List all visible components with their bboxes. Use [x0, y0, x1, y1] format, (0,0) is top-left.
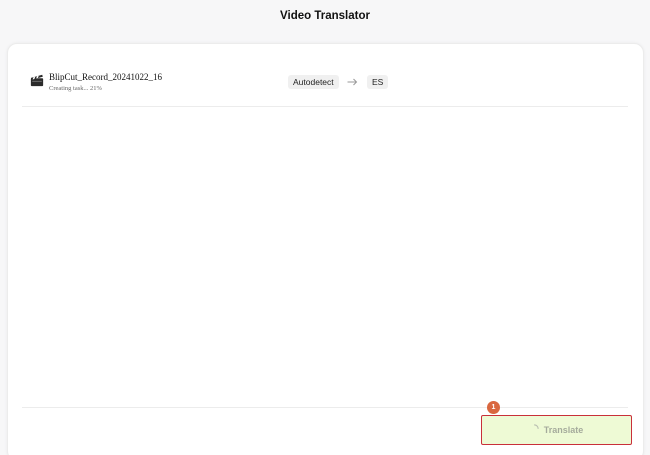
- step-badge: 1: [487, 401, 500, 414]
- clapperboard-icon: [30, 74, 44, 87]
- spinner-icon: [533, 424, 539, 430]
- translate-button-label: Translate: [543, 425, 584, 435]
- file-row: BlipCut_Record_20241022_16 Creating task…: [22, 62, 628, 107]
- arrow-right-icon: [347, 78, 358, 86]
- translate-button[interactable]: Translate: [481, 415, 632, 445]
- file-name: BlipCut_Record_20241022_16: [49, 72, 162, 82]
- file-status: Creating task... 21%: [49, 85, 102, 92]
- page-title: Video Translator: [280, 10, 370, 22]
- source-language-chip[interactable]: Autodetect: [288, 75, 339, 89]
- footer-divider: [22, 407, 628, 408]
- target-language-chip[interactable]: ES: [367, 75, 389, 89]
